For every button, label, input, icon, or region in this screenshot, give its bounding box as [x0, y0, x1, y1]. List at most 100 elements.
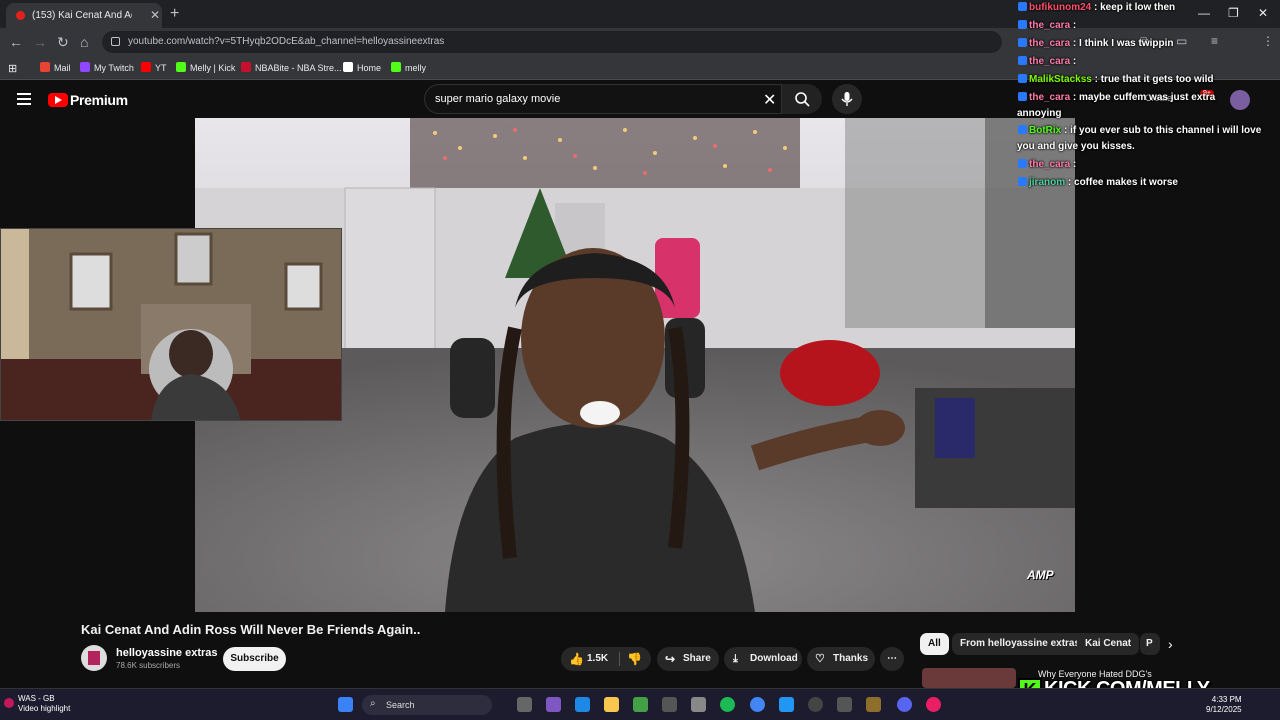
chip-kai-cenat[interactable]: Kai Cenat	[1077, 633, 1140, 655]
site-info-icon[interactable]	[111, 37, 120, 46]
chat-message: the_cara : I think I was twippin	[1018, 35, 1173, 53]
windows-start-icon[interactable]	[338, 697, 353, 712]
thanks-button[interactable]: ♡ Thanks	[807, 647, 875, 671]
chat-badge-icon	[1018, 177, 1027, 186]
chat-username: the_cara	[1029, 38, 1071, 49]
task-view-icon[interactable]	[517, 697, 532, 712]
discord-icon[interactable]	[897, 697, 912, 712]
chat-badge-icon	[1018, 125, 1027, 134]
bookmark-mail[interactable]: Mail	[40, 62, 71, 73]
browser-tab[interactable]: (153) Kai Cenat And Adin R ✕	[6, 3, 162, 28]
xbox-icon[interactable]	[633, 697, 648, 712]
spotify-icon[interactable]	[720, 697, 735, 712]
chat-badge-icon	[1018, 74, 1027, 83]
taskbar-clock[interactable]: 4:33 PM 9/12/2025	[1206, 695, 1242, 715]
chat-text: I think I was twippin	[1079, 38, 1174, 49]
amp-watermark: AMP	[1027, 568, 1054, 582]
weather-widget[interactable]: WAS - GB Video highlight	[18, 694, 70, 714]
search-icon	[795, 92, 810, 107]
chat-message: you and give you kisses.	[1017, 138, 1135, 156]
reload-icon[interactable]: ↻	[57, 34, 69, 51]
hamburger-menu-icon[interactable]	[17, 93, 31, 105]
thumbs-up-icon: 👍	[569, 652, 584, 666]
more-actions-button[interactable]: ⋯	[880, 647, 904, 671]
copilot-icon[interactable]	[546, 697, 561, 712]
clear-search-icon[interactable]: ✕	[763, 90, 776, 110]
youtube-logo-icon[interactable]	[48, 93, 68, 107]
chat-badge-icon	[1018, 20, 1027, 29]
bookmark-twitch[interactable]: My Twitch	[80, 62, 134, 73]
steam-icon[interactable]	[662, 697, 677, 712]
apps-icon[interactable]: ⊞	[8, 62, 17, 75]
more-icon: ⋯	[887, 653, 897, 664]
channel-subscribers: 78.6K subscribers	[116, 661, 181, 670]
photos-icon[interactable]	[779, 697, 794, 712]
search-input[interactable]: super mario galaxy movie ✕	[424, 84, 782, 114]
nbabite-icon	[241, 62, 251, 72]
mail-icon	[40, 62, 50, 72]
chips-next-icon[interactable]: ›	[1168, 636, 1173, 652]
streamer-webcam	[0, 228, 342, 421]
bookmark-home[interactable]: Home	[343, 62, 381, 73]
youtube-premium-label[interactable]: Premium	[70, 92, 128, 108]
obs-icon[interactable]	[837, 697, 852, 712]
youtube-favicon-icon	[16, 11, 25, 20]
like-button[interactable]: 👍 1.5K 👎	[561, 647, 651, 671]
chip-more[interactable]: P	[1140, 633, 1160, 655]
voice-search-button[interactable]	[832, 84, 862, 114]
url-text: youtube.com/watch?v=5THyqb2ODcE&ab_chann…	[128, 36, 445, 47]
youtube-icon	[141, 62, 151, 72]
channel-avatar[interactable]	[81, 645, 107, 671]
url-field[interactable]: youtube.com/watch?v=5THyqb2ODcE&ab_chann…	[102, 31, 1002, 53]
chat-text: coffee makes it worse	[1074, 177, 1178, 188]
chat-text: true that it gets too wild	[1100, 74, 1214, 85]
taskbar-search[interactable]: ⌕ Search	[362, 695, 492, 715]
chrome-icon[interactable]	[750, 697, 765, 712]
media-player-icon[interactable]	[808, 697, 823, 712]
melly-icon	[391, 62, 401, 72]
taskbar-search-icon: ⌕	[370, 698, 376, 709]
chat-username: BotRix	[1029, 125, 1062, 136]
windows-taskbar: WAS - GB Video highlight ⌕ Search 4:33 P…	[0, 688, 1280, 720]
bookmark-kick[interactable]: Melly | Kick	[176, 62, 235, 73]
back-icon[interactable]: ←	[9, 34, 23, 50]
chat-username: the_cara	[1029, 159, 1071, 170]
chat-overlay: bufikunom24 : keep it low then the_cara :…	[1015, 0, 1280, 200]
chat-text: you and give you kisses.	[1017, 141, 1135, 152]
edge-icon[interactable]	[575, 697, 590, 712]
chip-all[interactable]: All	[920, 633, 949, 655]
share-icon: ↪	[665, 652, 676, 666]
chat-username: MalikStackss	[1029, 74, 1092, 85]
chat-username: bufikunom24	[1029, 2, 1092, 13]
bookmark-melly[interactable]: melly	[391, 62, 426, 73]
chat-badge-icon	[1018, 92, 1027, 101]
microphone-icon	[841, 92, 853, 106]
thanks-icon: ♡	[815, 653, 825, 665]
share-button[interactable]: ↪ Share	[657, 647, 719, 671]
chat-username: the_cara	[1029, 20, 1071, 31]
new-tab-icon[interactable]: +	[170, 5, 179, 23]
download-icon: ⤓	[733, 653, 738, 665]
chat-message: the_cara :	[1018, 156, 1076, 174]
bookmark-nbabite[interactable]: NBABite - NBA Stre...	[241, 62, 342, 73]
thumbs-down-icon[interactable]: 👎	[627, 647, 642, 671]
channel-name[interactable]: helloyassine extras	[116, 647, 218, 659]
chat-username: the_cara	[1029, 92, 1071, 103]
subscribe-button[interactable]: Subscribe	[223, 647, 286, 671]
home-icon[interactable]: ⌂	[80, 34, 88, 50]
chat-text: annoying	[1017, 108, 1062, 119]
chip-from-channel[interactable]: From helloyassine extras	[952, 633, 1089, 655]
download-button[interactable]: ⤓ Download	[724, 647, 802, 671]
video-title: Kai Cenat And Adin Ross Will Never Be Fr…	[81, 622, 421, 637]
store-icon[interactable]	[691, 697, 706, 712]
pin-app-icon[interactable]	[926, 697, 941, 712]
like-divider	[619, 652, 620, 666]
forward-icon[interactable]: →	[33, 34, 47, 50]
related-thumbnail[interactable]	[922, 668, 1016, 688]
bookmark-yt[interactable]: YT	[141, 62, 167, 73]
app-icon[interactable]	[866, 697, 881, 712]
search-query: super mario galaxy movie	[435, 93, 561, 105]
search-button[interactable]	[782, 84, 822, 114]
file-explorer-icon[interactable]	[604, 697, 619, 712]
tab-close-icon[interactable]: ✕	[150, 8, 160, 22]
